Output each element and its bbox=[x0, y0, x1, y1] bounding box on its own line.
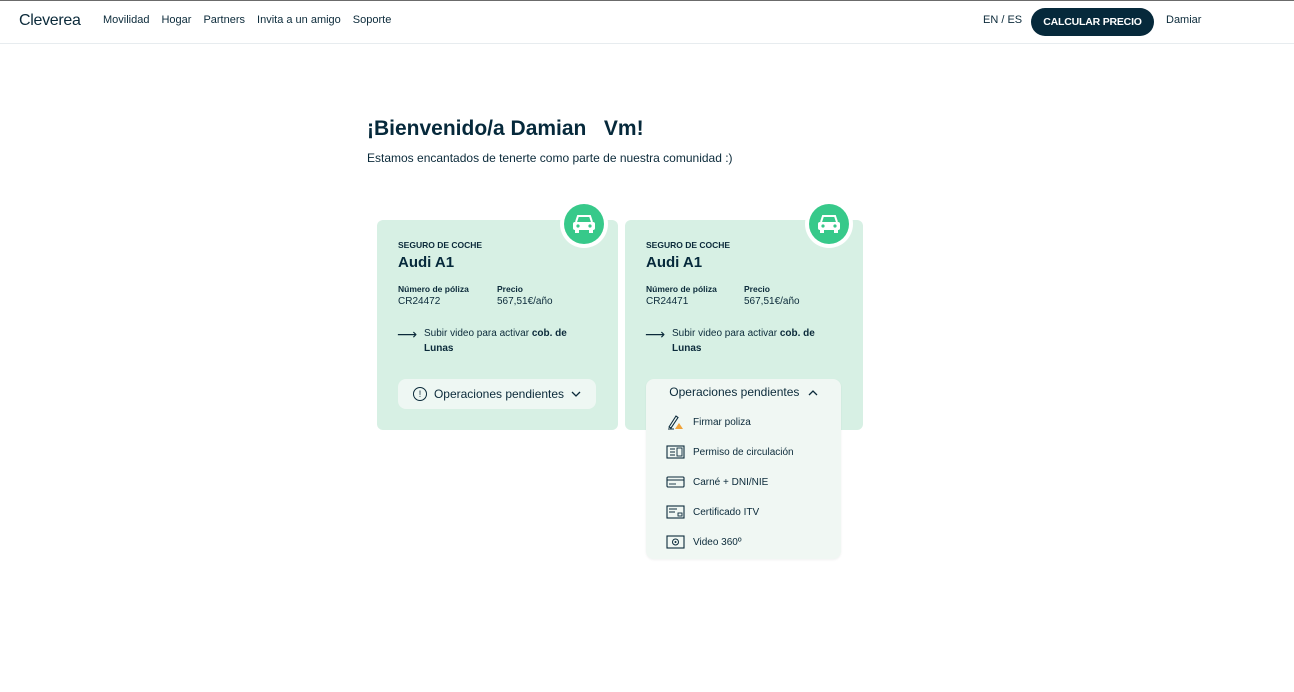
pending-op-carne-dni[interactable]: Carné + DNI/NIE bbox=[666, 474, 768, 490]
pending-task-link[interactable]: Subir video para activar cob. de Lunas bbox=[672, 326, 842, 356]
pending-op-video-360[interactable]: Video 360º bbox=[666, 534, 742, 550]
car-badge bbox=[560, 200, 608, 248]
task-text: Subir video para activar bbox=[424, 328, 532, 339]
chevron-down-icon bbox=[571, 391, 581, 397]
price-value: 567,51€/año bbox=[497, 296, 553, 307]
certificate-icon bbox=[666, 505, 685, 519]
user-menu[interactable]: Damiar bbox=[1166, 14, 1201, 26]
policy-number-label: Número de póliza bbox=[646, 284, 717, 294]
car-icon bbox=[564, 204, 604, 244]
insurance-type: SEGURO DE COCHE bbox=[398, 240, 483, 250]
pending-op-label: Firmar poliza bbox=[693, 416, 751, 428]
nav-movilidad[interactable]: Movilidad bbox=[103, 14, 149, 26]
pending-operations-toggle[interactable]: Operaciones pendientes bbox=[646, 385, 841, 399]
car-model: Audi A1 bbox=[646, 254, 703, 271]
nav-soporte[interactable]: Soporte bbox=[353, 14, 392, 26]
logo[interactable]: Cleverea bbox=[19, 12, 81, 30]
nav-partners[interactable]: Partners bbox=[203, 14, 245, 26]
nav-hogar[interactable]: Hogar bbox=[161, 14, 191, 26]
price-value: 567,51€/año bbox=[744, 296, 800, 307]
pending-operations-label: Operaciones pendientes bbox=[669, 385, 800, 399]
pending-op-label: Carné + DNI/NIE bbox=[693, 476, 769, 488]
car-model: Audi A1 bbox=[398, 254, 455, 271]
policy-number-value: CR24471 bbox=[646, 296, 689, 307]
welcome-title: ¡Bienvenido/a Damian Vm! bbox=[367, 117, 644, 140]
insurance-type: SEGURO DE COCHE bbox=[646, 240, 731, 250]
calcular-precio-button[interactable]: CALCULAR PRECIO bbox=[1031, 8, 1154, 36]
language-switch[interactable]: EN / ES bbox=[983, 14, 1022, 26]
chevron-up-icon bbox=[808, 390, 818, 396]
car-badge bbox=[805, 200, 853, 248]
price-label: Precio bbox=[497, 284, 523, 294]
site-header: Cleverea Movilidad Hogar Partners Invita… bbox=[0, 1, 1294, 44]
camera-icon bbox=[666, 535, 685, 549]
arrow-right-icon: ⟶ bbox=[397, 326, 418, 342]
pending-op-permiso-circulacion[interactable]: Permiso de circulación bbox=[666, 444, 794, 460]
info-icon: ! bbox=[412, 387, 427, 401]
policy-number-value: CR24472 bbox=[398, 296, 441, 307]
pending-task-link[interactable]: Subir video para activar cob. de Lunas bbox=[424, 326, 594, 356]
policy-number-label: Número de póliza bbox=[398, 284, 469, 294]
pending-op-label: Certificado ITV bbox=[693, 506, 760, 518]
welcome-subtitle: Estamos encantados de tenerte como parte… bbox=[367, 151, 733, 165]
pending-op-label: Permiso de circulación bbox=[693, 446, 794, 458]
document-icon bbox=[666, 445, 685, 459]
sign-warning-icon bbox=[668, 415, 683, 430]
pending-op-label: Video 360º bbox=[693, 536, 742, 548]
task-text: Subir video para activar bbox=[672, 328, 780, 339]
arrow-right-icon: ⟶ bbox=[645, 326, 666, 342]
policy-card-1: SEGURO DE COCHE Audi A1 Número de póliza… bbox=[377, 200, 618, 430]
pending-operations-label: Operaciones pendientes bbox=[433, 387, 565, 401]
car-icon bbox=[809, 204, 849, 244]
price-label: Precio bbox=[744, 284, 770, 294]
id-card-icon bbox=[666, 476, 685, 488]
pending-operations-button[interactable]: ! Operaciones pendientes bbox=[398, 379, 596, 409]
main-nav: Movilidad Hogar Partners Invita a un ami… bbox=[103, 14, 391, 26]
nav-invita-amigo[interactable]: Invita a un amigo bbox=[257, 14, 341, 26]
pending-op-certificado-itv[interactable]: Certificado ITV bbox=[666, 504, 759, 520]
pending-operations-dropdown: Operaciones pendientes Firmar poliza Per… bbox=[646, 379, 841, 559]
pending-op-firmar-poliza[interactable]: Firmar poliza bbox=[666, 414, 751, 430]
